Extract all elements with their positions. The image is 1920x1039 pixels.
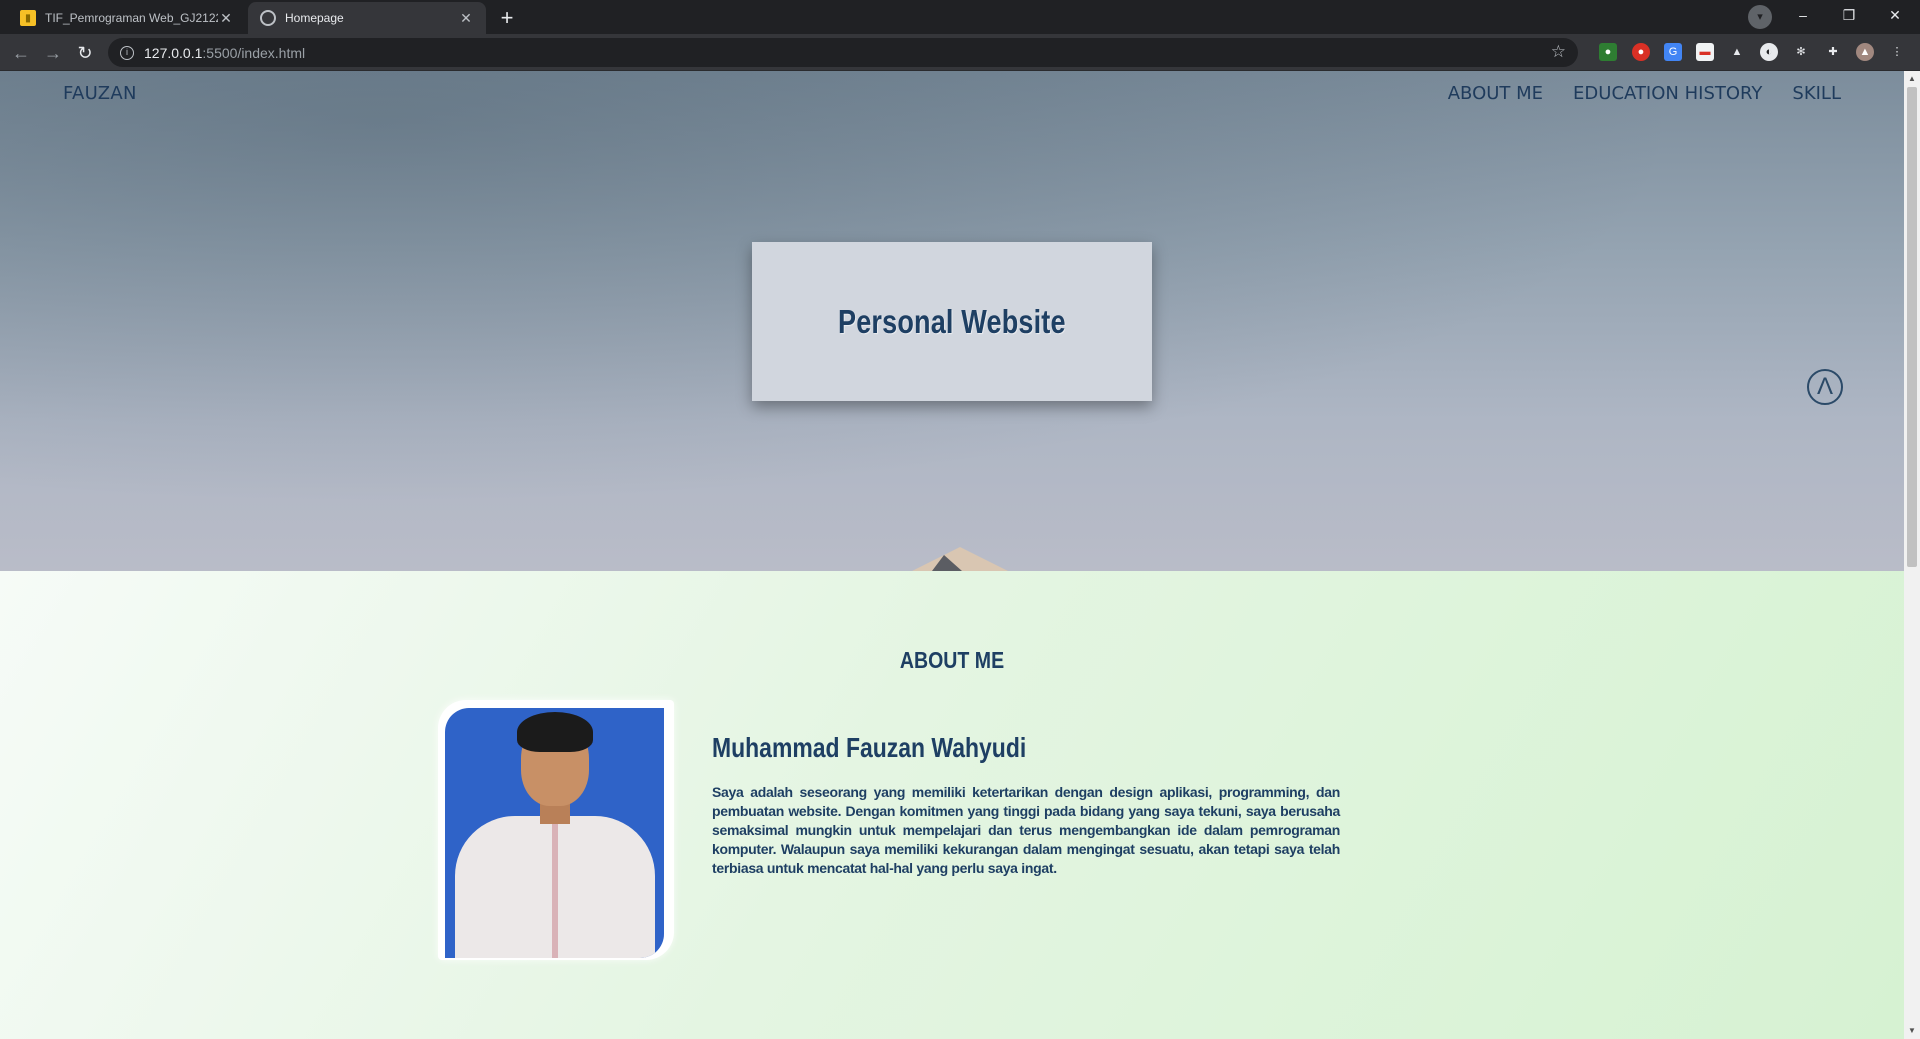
reload-icon[interactable]: ↻ [72,40,98,66]
nav-menu: ABOUT ME EDUCATION HISTORY SKILL [1448,83,1841,104]
url-host: 127.0.0.1 [144,44,203,61]
nav-about-me[interactable]: ABOUT ME [1448,83,1543,104]
close-window-button[interactable]: ✕ [1872,0,1918,30]
nav-skill[interactable]: SKILL [1792,83,1841,104]
top-navigation: FAUZAN ABOUT ME EDUCATION HISTORY SKILL [0,71,1904,117]
react-icon[interactable]: ✻ [1792,43,1810,61]
tab-title: Homepage [285,11,344,25]
puzzle-icon[interactable]: ✚ [1824,43,1842,61]
photo-shirt-shape [455,816,655,958]
avatar-icon[interactable]: ▲ [1856,43,1874,61]
new-tab-button[interactable]: + [493,5,521,33]
tab-homepage[interactable]: Homepage ✕ [248,2,486,34]
red-record-icon[interactable]: ● [1632,43,1650,61]
hero-title: Personal Website [838,302,1066,340]
calendar-icon[interactable]: ▬ [1696,43,1714,61]
scroll-up-button[interactable]: Λ [1807,369,1843,405]
browser-toolbar: ← → ↻ i 127.0.0.1 :5500/index.html ☆ ● ●… [0,34,1920,71]
minimize-button[interactable]: – [1780,0,1826,30]
tab-search-icon[interactable]: ▾ [1748,5,1772,29]
scroll-up-arrow-icon[interactable]: ▲ [1904,71,1920,87]
hero-section: FAUZAN ABOUT ME EDUCATION HISTORY SKILL … [0,71,1904,571]
scroll-down-arrow-icon[interactable]: ▼ [1904,1023,1920,1039]
forward-arrow-icon[interactable]: → [40,40,66,66]
translate-icon[interactable]: G [1664,43,1682,61]
profile-photo-frame [438,700,674,960]
site-info-icon[interactable]: i [120,45,134,60]
drive-icon[interactable]: ▲ [1728,43,1746,61]
about-heading: ABOUT ME [899,647,1005,673]
profile-bio: Saya adalah seseorang yang memiliki kete… [712,784,1340,876]
close-tab-icon[interactable]: ✕ [458,10,474,27]
profile-name: Muhammad Fauzan Wahyudi [712,732,1027,763]
dark-mode-icon[interactable]: ◐ [1760,43,1778,61]
brand-link[interactable]: FAUZAN [63,83,137,104]
scrollbar-thumb[interactable] [1907,87,1917,567]
bookmark-star-icon[interactable]: ☆ [1551,42,1566,62]
more-menu-icon[interactable]: ⋮ [1888,43,1906,61]
green-leaf-icon[interactable]: ● [1599,43,1617,61]
url-path: :5500/index.html [202,44,306,61]
photo-hair-shape [517,712,593,752]
nav-education-history[interactable]: EDUCATION HISTORY [1573,83,1762,104]
address-bar[interactable]: i 127.0.0.1 :5500/index.html ☆ [108,38,1578,67]
globe-favicon-icon [260,10,276,26]
tab-title: TIF_Pemrograman Web_GJ2122 [45,11,218,25]
vertical-scrollbar[interactable]: ▲ ▼ [1904,71,1920,1039]
about-section: ABOUT ME Muhammad Fauzan Wahyudi Saya ad… [0,571,1904,1039]
hero-title-card: Personal Website [752,242,1152,401]
profile-photo [445,708,664,958]
tab-strip: ▮ TIF_Pemrograman Web_GJ2122 ✕ Homepage … [0,0,1920,34]
back-arrow-icon[interactable]: ← [8,40,34,66]
restore-button[interactable]: ❐ [1826,0,1872,30]
close-tab-icon[interactable]: ✕ [218,10,234,27]
page-viewport: FAUZAN ABOUT ME EDUCATION HISTORY SKILL … [0,71,1904,1039]
document-favicon-icon: ▮ [20,10,36,26]
mountain-peak-image [912,547,1008,571]
tab-pemrograman-web[interactable]: ▮ TIF_Pemrograman Web_GJ2122 ✕ [8,2,246,34]
